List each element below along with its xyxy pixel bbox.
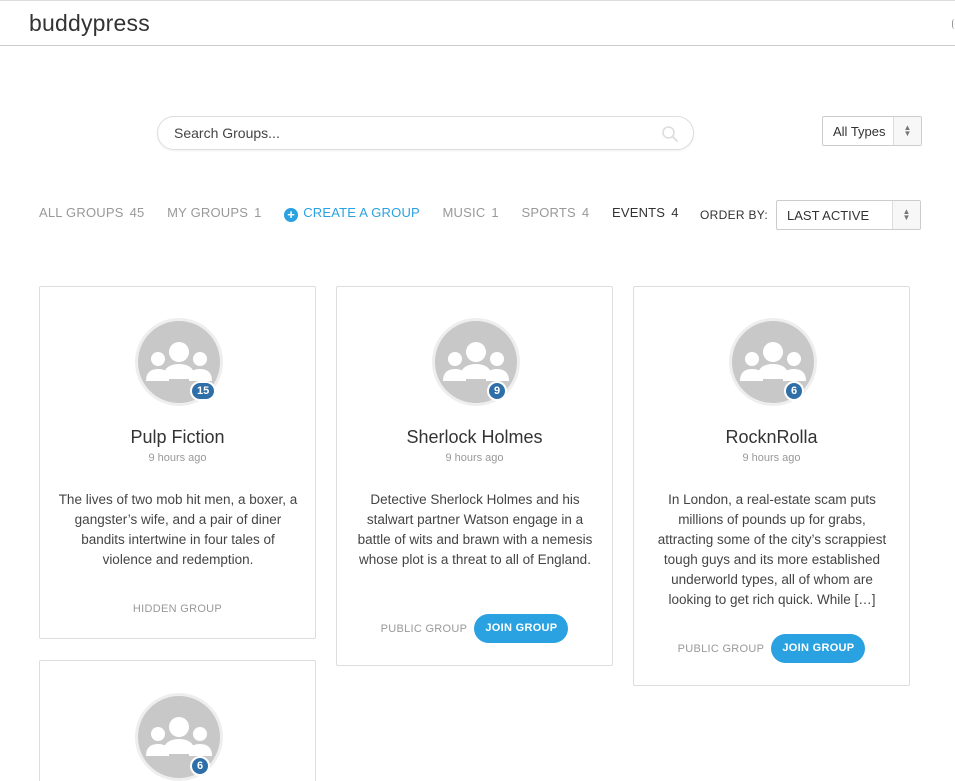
group-filter-nav: ALL GROUPS 45 MY GROUPS 1 + CREATE A GROUP …: [39, 205, 698, 222]
group-status: PUBLIC GROUP: [677, 642, 765, 655]
site-title[interactable]: buddypress: [29, 10, 150, 37]
member-count-badge: 9: [487, 381, 507, 401]
nav-events[interactable]: EVENTS 4: [612, 205, 679, 220]
group-name[interactable]: Sherlock Holmes: [337, 427, 612, 448]
group-card: 6: [39, 660, 316, 781]
member-count-badge: 15: [190, 381, 217, 401]
group-status: PUBLIC GROUP: [380, 622, 468, 635]
group-avatar-wrapper: 9: [432, 318, 520, 406]
group-name[interactable]: Pulp Fiction: [40, 427, 315, 448]
group-footer: HIDDEN GROUP: [40, 603, 315, 615]
order-by-select-value: LAST ACTIVE: [787, 208, 870, 223]
group-card: 6 RocknRolla 9 hours ago In London, a re…: [633, 286, 910, 686]
group-footer: PUBLIC GROUP JOIN GROUP: [337, 614, 612, 643]
group-description: The lives of two mob hit men, a boxer, a…: [58, 492, 298, 567]
group-description: In London, a real-estate scam puts milli…: [657, 492, 887, 607]
group-status: HIDDEN GROUP: [132, 603, 223, 616]
group-name[interactable]: RocknRolla: [634, 427, 909, 448]
nav-all-groups[interactable]: ALL GROUPS 45: [39, 205, 144, 220]
member-count-badge: 6: [190, 756, 210, 776]
group-card: 15 Pulp Fiction 9 hours ago The lives of…: [39, 286, 316, 639]
join-group-button[interactable]: JOIN GROUP: [771, 634, 866, 663]
search-input[interactable]: [174, 117, 654, 149]
plus-circle-icon: +: [284, 208, 299, 222]
top-bar: buddypress: [0, 0, 955, 46]
group-avatar-wrapper: 6: [135, 693, 223, 781]
select-arrows-icon: ▲ ▼: [892, 201, 920, 229]
group-last-active: 9 hours ago: [445, 452, 504, 464]
group-avatar-wrapper: 15: [135, 318, 223, 406]
search-icon[interactable]: [661, 125, 679, 143]
group-card: 9 Sherlock Holmes 9 hours ago Detective …: [336, 286, 613, 666]
order-by-label: ORDER BY:: [700, 208, 769, 222]
select-arrows-icon: ▲ ▼: [893, 117, 921, 145]
nav-my-groups[interactable]: MY GROUPS 1: [167, 205, 261, 220]
group-types-select[interactable]: All Types ▲ ▼: [822, 116, 922, 146]
nav-music[interactable]: MUSIC 1: [443, 205, 499, 220]
nav-sports[interactable]: SPORTS 4: [521, 205, 589, 220]
group-footer: PUBLIC GROUP JOIN GROUP: [634, 634, 909, 663]
join-group-button[interactable]: JOIN GROUP: [474, 614, 569, 643]
search-box: [157, 116, 694, 150]
order-by-select[interactable]: LAST ACTIVE ▲ ▼: [776, 200, 921, 230]
create-group-link[interactable]: + CREATE A GROUP: [284, 205, 420, 222]
group-last-active: 9 hours ago: [148, 452, 207, 464]
group-description: Detective Sherlock Holmes and his stalwa…: [357, 492, 593, 567]
group-avatar-wrapper: 6: [729, 318, 817, 406]
group-types-select-value: All Types: [833, 124, 886, 139]
member-count-badge: 6: [784, 381, 804, 401]
group-last-active: 9 hours ago: [742, 452, 801, 464]
